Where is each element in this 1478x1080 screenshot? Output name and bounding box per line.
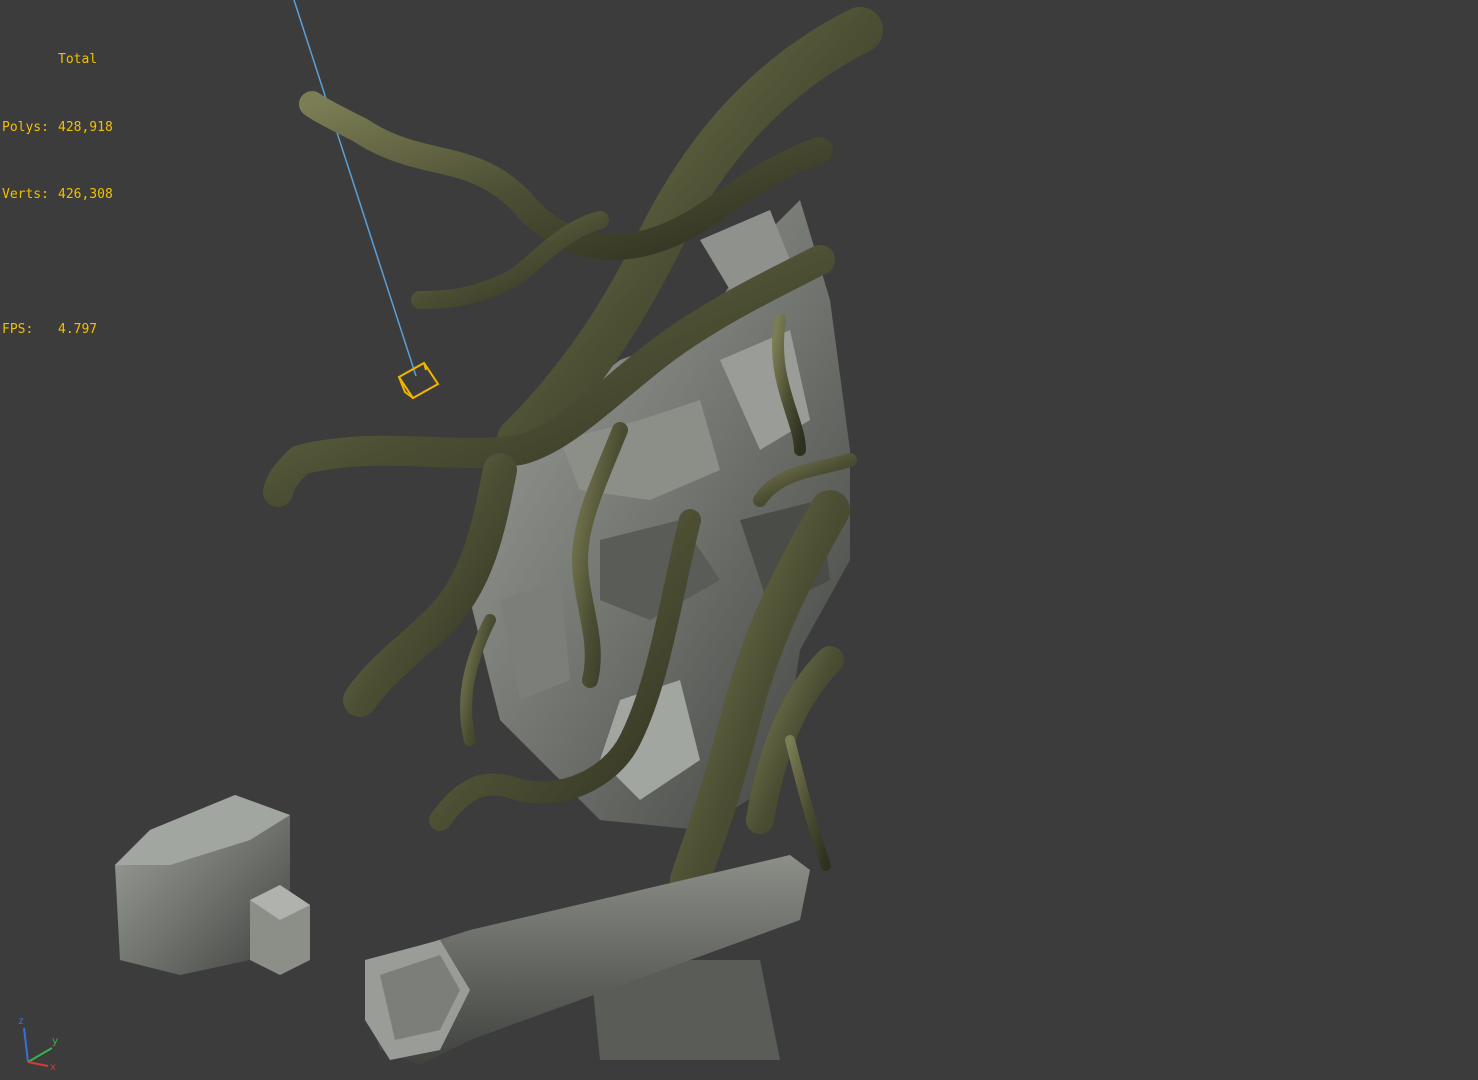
axis-gizmo-icon: z y x [18,1016,58,1072]
fps-value: 4.797 [58,322,98,337]
stone-block[interactable] [115,795,310,975]
stats-header: Total [58,52,98,67]
axis-z-label: z [18,1016,24,1027]
axis-y-label: y [52,1036,58,1047]
polys-row: Polys: 428,918 [2,117,113,140]
light-helper-box[interactable] [397,361,440,400]
verts-value: 426,308 [58,187,113,202]
verts-label: Verts: [2,187,49,202]
light-target-line [293,0,417,377]
verts-row: Verts: 426,308 [2,184,113,207]
fps-row: FPS: 4.797 [2,319,113,342]
fps-label: FPS: [2,322,34,337]
axis-x-label: x [50,1062,56,1072]
fallen-pillar[interactable] [365,855,810,1065]
scene-canvas[interactable] [0,0,1478,1080]
viewport-statistics: Total Polys: 428,918 Verts: 426,308 FPS:… [2,4,113,387]
polys-value: 428,918 [58,119,113,135]
3d-viewport[interactable]: Total Polys: 428,918 Verts: 426,308 FPS:… [0,0,1478,1080]
polys-label: Polys: [2,119,49,135]
